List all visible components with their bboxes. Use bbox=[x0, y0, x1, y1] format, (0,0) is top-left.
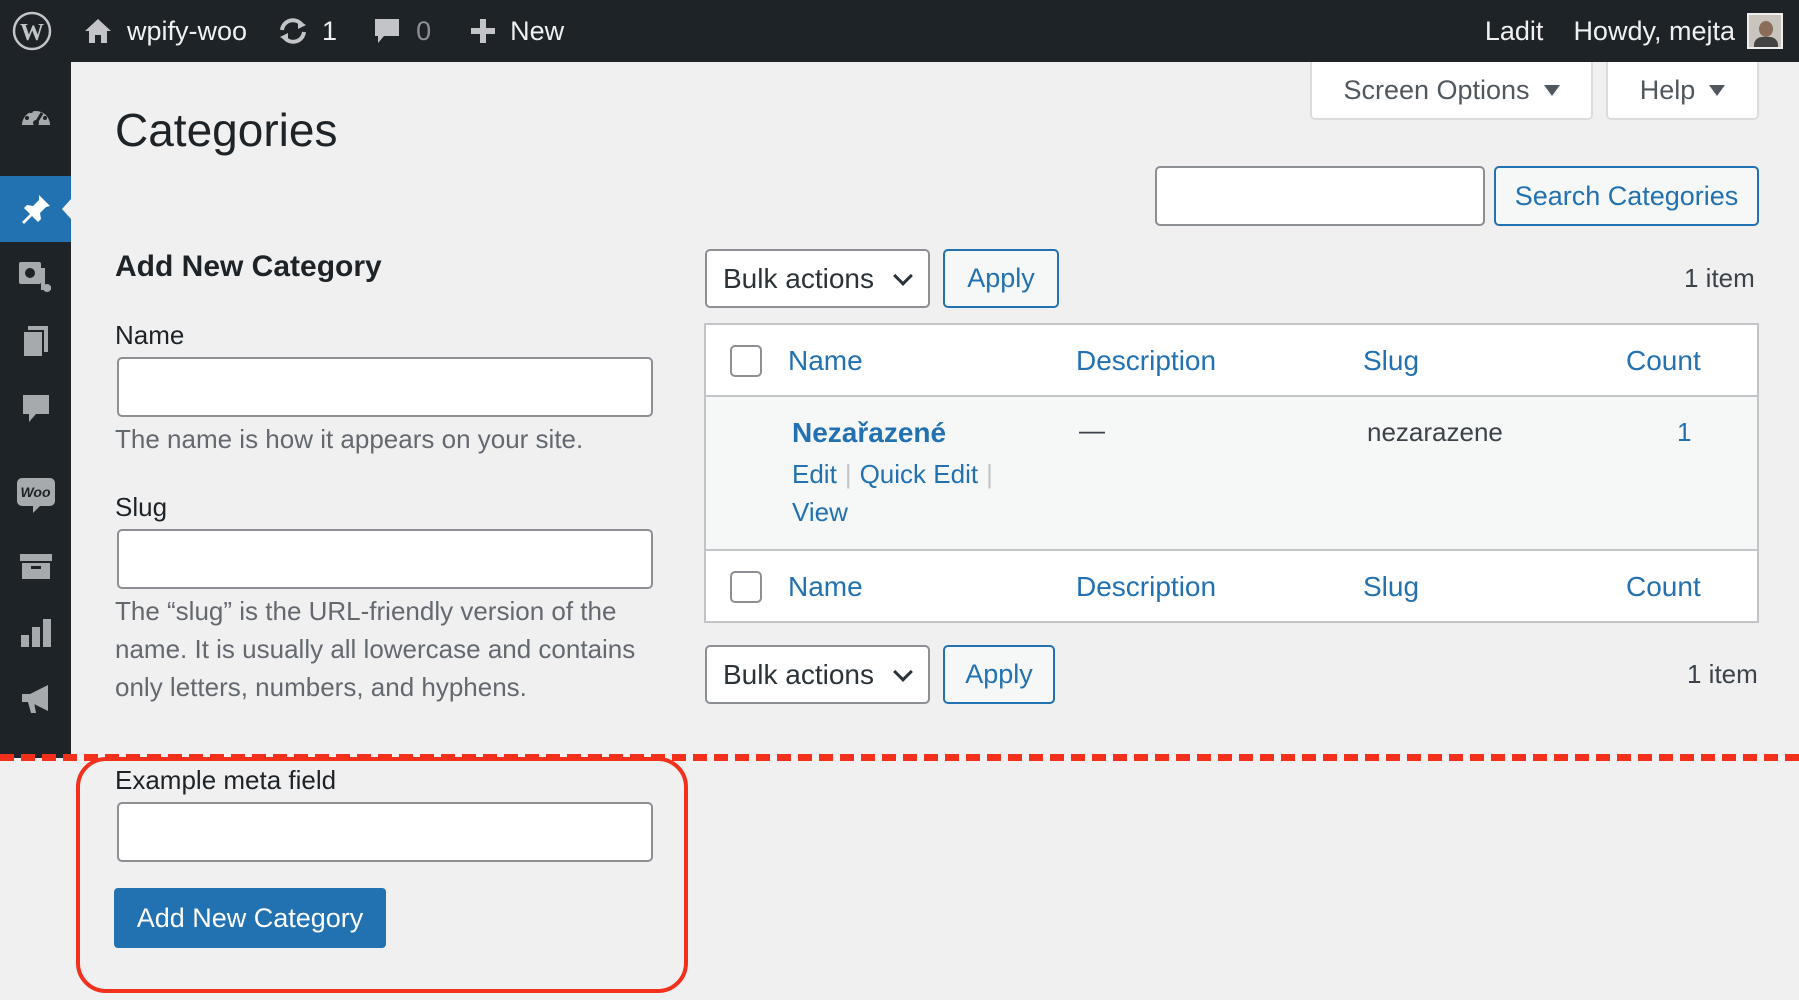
media-icon[interactable] bbox=[0, 243, 71, 309]
column-description[interactable]: Description bbox=[1076, 345, 1216, 377]
column-name-footer[interactable]: Name bbox=[788, 571, 863, 603]
greeting: Howdy, mejta bbox=[1573, 15, 1735, 46]
pages-icon[interactable] bbox=[0, 309, 71, 375]
updates-link[interactable]: 1 bbox=[258, 0, 348, 62]
screen-options-button[interactable]: Screen Options bbox=[1310, 62, 1593, 120]
category-count-link[interactable]: 1 bbox=[1677, 417, 1691, 448]
dashboard-icon[interactable] bbox=[0, 85, 71, 151]
help-label: Help bbox=[1639, 74, 1696, 105]
debug-label: Ladit bbox=[1484, 15, 1544, 46]
slug-help-text: The “slug” is the URL-friendly version o… bbox=[115, 596, 636, 702]
wordpress-logo-icon[interactable]: W bbox=[0, 0, 63, 62]
column-slug[interactable]: Slug bbox=[1363, 345, 1419, 377]
search-input[interactable] bbox=[1155, 166, 1485, 226]
triangle-down-icon bbox=[1543, 84, 1560, 96]
comments-count: 0 bbox=[416, 15, 432, 46]
row-actions: Edit | Quick Edit | bbox=[792, 459, 993, 489]
column-count[interactable]: Count bbox=[1626, 345, 1701, 377]
home-icon bbox=[83, 17, 113, 45]
debug-link[interactable]: Ladit bbox=[1474, 0, 1574, 62]
edit-link[interactable]: Edit bbox=[792, 459, 837, 489]
highlight-box bbox=[76, 757, 688, 993]
plus-icon bbox=[470, 18, 496, 44]
table-header: Name Description Slug Count bbox=[706, 325, 1757, 397]
item-count-top: 1 item bbox=[1684, 263, 1755, 293]
apply-button-bottom[interactable]: Apply bbox=[943, 645, 1055, 704]
site-name-link[interactable]: wpify-woo bbox=[63, 0, 258, 62]
admin-sidebar: Woo bbox=[0, 62, 71, 758]
page-title: Categories bbox=[115, 104, 338, 156]
woocommerce-icon[interactable]: Woo bbox=[0, 459, 71, 525]
updates-count: 1 bbox=[322, 15, 338, 46]
help-button[interactable]: Help bbox=[1606, 62, 1759, 120]
apply-button-top[interactable]: Apply bbox=[943, 249, 1059, 308]
posts-pin-icon[interactable] bbox=[0, 176, 71, 242]
comments-icon[interactable] bbox=[0, 376, 71, 442]
products-icon[interactable] bbox=[0, 533, 71, 599]
updates-icon bbox=[276, 16, 310, 46]
slug-label: Slug bbox=[115, 492, 168, 522]
search-categories-label: Search Categories bbox=[1514, 180, 1739, 211]
triangle-down-icon bbox=[1709, 84, 1726, 96]
category-name-link[interactable]: Nezařazené bbox=[792, 417, 946, 449]
table-row: Nezařazené — nezarazene 1 Edit | Quick Edi… bbox=[706, 397, 1757, 549]
comments-link[interactable]: 0 bbox=[348, 0, 442, 62]
screen-options-label: Screen Options bbox=[1343, 74, 1530, 105]
account-menu[interactable]: Howdy, mejta bbox=[1573, 0, 1799, 62]
analytics-icon[interactable] bbox=[0, 600, 71, 666]
apply-label: Apply bbox=[967, 263, 1035, 293]
comment-bubble-icon bbox=[372, 16, 402, 46]
svg-text:W: W bbox=[20, 20, 44, 46]
bulk-actions-label: Bulk actions bbox=[723, 658, 874, 690]
chevron-down-icon bbox=[893, 662, 913, 682]
bulk-actions-label: Bulk actions bbox=[723, 262, 874, 294]
table-footer: Name Description Slug Count bbox=[706, 549, 1757, 621]
chevron-down-icon bbox=[893, 266, 913, 286]
select-all-checkbox[interactable] bbox=[730, 345, 762, 377]
category-description: — bbox=[1079, 415, 1105, 445]
bulk-actions-select-top[interactable]: Bulk actions bbox=[705, 249, 930, 308]
site-name: wpify-woo bbox=[127, 15, 248, 46]
marketing-icon[interactable] bbox=[0, 666, 71, 732]
name-label: Name bbox=[115, 320, 185, 350]
item-count-bottom: 1 item bbox=[1687, 659, 1758, 689]
name-input[interactable] bbox=[117, 357, 653, 417]
bulk-actions-select-bottom[interactable]: Bulk actions bbox=[705, 645, 930, 704]
column-count-footer[interactable]: Count bbox=[1626, 571, 1701, 603]
quick-edit-link[interactable]: Quick Edit bbox=[860, 459, 979, 489]
column-description-footer[interactable]: Description bbox=[1076, 571, 1216, 603]
column-name[interactable]: Name bbox=[788, 345, 863, 377]
view-link[interactable]: View bbox=[792, 497, 848, 528]
search-categories-button[interactable]: Search Categories bbox=[1494, 166, 1759, 226]
new-content-link[interactable]: New bbox=[442, 0, 575, 62]
name-help-text: The name is how it appears on your site. bbox=[115, 424, 584, 454]
category-slug: nezarazene bbox=[1367, 417, 1503, 447]
column-slug-footer[interactable]: Slug bbox=[1363, 571, 1419, 603]
admin-bar: W wpify-woo 1 0 New Ladit Howdy, mejta bbox=[0, 0, 1799, 62]
new-label: New bbox=[510, 15, 565, 46]
apply-label: Apply bbox=[965, 659, 1033, 689]
avatar bbox=[1747, 13, 1783, 49]
select-all-checkbox-footer[interactable] bbox=[730, 571, 762, 603]
slug-input[interactable] bbox=[117, 529, 653, 589]
form-title: Add New Category bbox=[115, 250, 382, 283]
categories-table: Name Description Slug Count Nezařazené —… bbox=[704, 323, 1759, 623]
